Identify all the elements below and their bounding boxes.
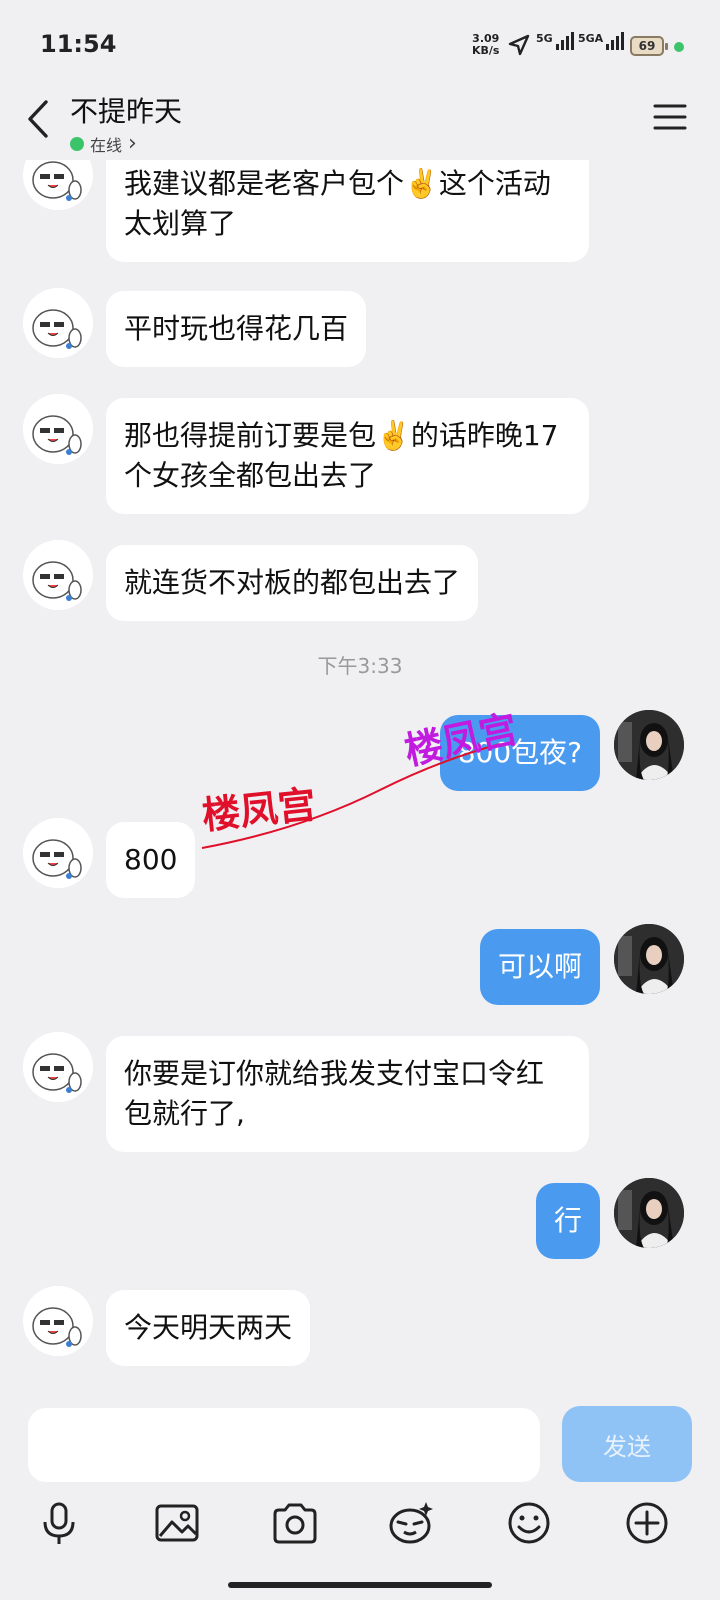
chevron-right-icon: › xyxy=(128,131,137,156)
back-button[interactable] xyxy=(20,94,60,144)
signal-sim1-icon: 5G xyxy=(536,32,574,50)
message-bubble-incoming[interactable]: 今天明天两天 xyxy=(106,1290,311,1366)
sticker-icon[interactable] xyxy=(386,1498,436,1548)
message-bubble-outgoing[interactable]: 可以啊 xyxy=(479,929,600,1005)
my-avatar[interactable] xyxy=(614,1178,684,1248)
my-avatar[interactable] xyxy=(614,924,684,994)
menu-button[interactable] xyxy=(652,102,688,132)
message-bubble-incoming[interactable]: 那也得提前订要是包✌️的话昨晚17个女孩全都包出去了 xyxy=(106,398,589,514)
contact-avatar[interactable] xyxy=(23,1032,93,1102)
contact-avatar[interactable] xyxy=(23,818,93,888)
contact-avatar[interactable] xyxy=(23,394,93,464)
message-timestamp: 下午3:33 xyxy=(317,654,403,678)
plus-icon[interactable] xyxy=(622,1498,672,1548)
home-indicator[interactable] xyxy=(228,1582,492,1588)
online-status-label: 在线 xyxy=(90,136,123,155)
emoji-icon[interactable] xyxy=(504,1498,554,1548)
message-bubble-incoming[interactable]: 我建议都是老客户包个✌️这个活动太划算了 xyxy=(106,160,589,262)
my-avatar[interactable] xyxy=(614,710,684,780)
contact-avatar[interactable] xyxy=(23,540,93,610)
image-icon[interactable] xyxy=(152,1498,202,1548)
send-button[interactable]: 发送 xyxy=(562,1406,692,1482)
online-dot-icon xyxy=(70,137,84,151)
sim2-label: 5GA xyxy=(578,32,604,45)
message-bubble-incoming[interactable]: 就连货不对板的都包出去了 xyxy=(106,545,479,621)
message-bubble-incoming[interactable]: 平时玩也得花几百 xyxy=(106,291,367,367)
message-input[interactable] xyxy=(28,1408,540,1482)
hamburger-menu-icon xyxy=(653,104,687,130)
network-speed-unit: KB/s xyxy=(472,44,500,57)
contact-avatar[interactable] xyxy=(23,160,93,210)
status-bar: 11:54 3.09 KB/s 5G 5GA 69 xyxy=(0,0,720,90)
chat-header: 不提昨天 在线 › xyxy=(0,90,720,160)
contact-name[interactable]: 不提昨天 xyxy=(70,90,182,130)
sim1-label: 5G xyxy=(536,32,553,45)
input-bar: 发送 xyxy=(0,1396,720,1600)
privacy-indicator-dot xyxy=(674,42,684,52)
contact-avatar[interactable] xyxy=(23,288,93,358)
camera-icon[interactable] xyxy=(270,1498,320,1548)
message-bubble-outgoing[interactable]: 行 xyxy=(535,1183,600,1259)
battery-icon: 69 xyxy=(630,36,668,56)
chevron-left-icon xyxy=(28,100,48,138)
contact-avatar[interactable] xyxy=(23,1286,93,1356)
status-time: 11:54 xyxy=(40,30,117,58)
message-list[interactable]: 我建议都是老客户包个✌️这个活动太划算了 平时玩也得花几百 那也得提前订要是包✌… xyxy=(0,160,720,1396)
online-status[interactable]: 在线 › xyxy=(70,132,137,156)
location-arrow-icon xyxy=(508,34,530,56)
microphone-icon[interactable] xyxy=(34,1498,84,1548)
message-bubble-incoming[interactable]: 你要是订你就给我发支付宝口令红包就行了, xyxy=(106,1036,589,1152)
network-speed: 3.09 KB/s xyxy=(472,33,499,57)
signal-sim2-icon: 5GA xyxy=(578,32,625,50)
